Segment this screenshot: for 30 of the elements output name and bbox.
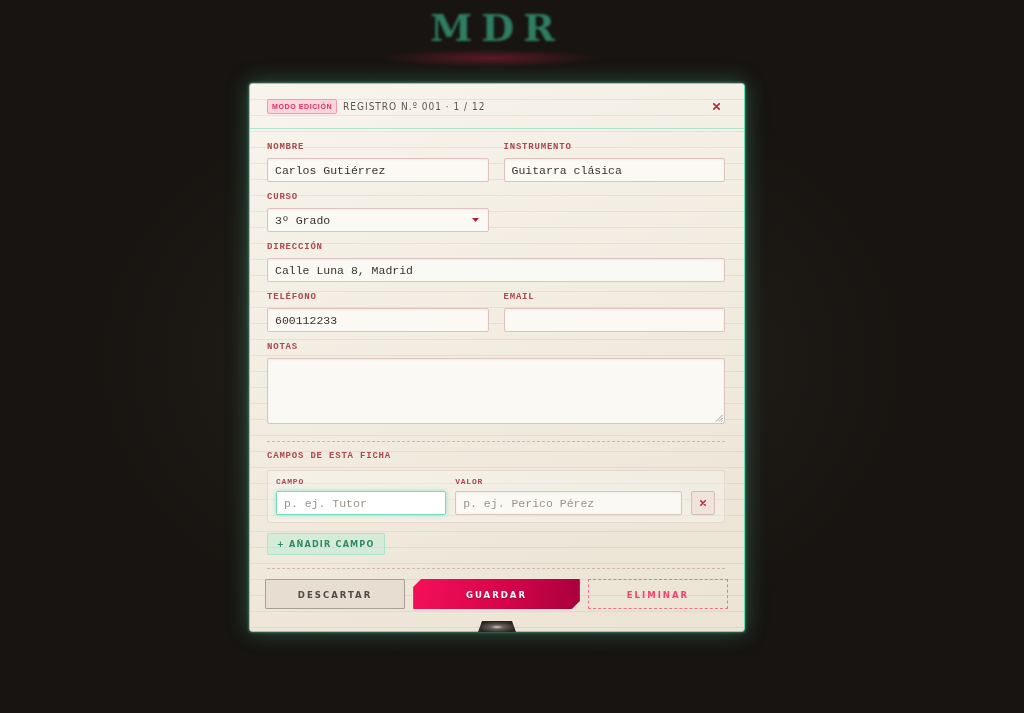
field-label: NOTAS bbox=[267, 342, 299, 353]
text-input[interactable]: Guitarra clásica bbox=[503, 158, 725, 182]
field-label: CAMPO bbox=[276, 477, 304, 487]
field-label: CURSO bbox=[267, 192, 299, 203]
field-label: VALOR bbox=[455, 477, 484, 487]
resize-grip-icon bbox=[715, 414, 723, 422]
field-value-input[interactable]: p. ej. Perico Pérez bbox=[455, 491, 682, 515]
close-button[interactable] bbox=[711, 100, 722, 112]
field-label: EMAIL bbox=[503, 292, 536, 303]
text-input[interactable] bbox=[503, 308, 725, 332]
caret-icon bbox=[471, 218, 479, 222]
text-input[interactable]: Carlos Gutiérrez bbox=[267, 158, 489, 182]
remove-icon bbox=[700, 500, 706, 506]
field-name-input[interactable]: p. ej. Tutor bbox=[276, 491, 447, 515]
secondary-action-button[interactable]: DESCARTAR bbox=[265, 579, 406, 609]
field-label: TELÉFONO bbox=[267, 292, 318, 303]
app-title: MDR bbox=[430, 8, 564, 48]
remove-field-button[interactable] bbox=[691, 491, 715, 515]
text-input[interactable]: Calle Luna 8, Madrid bbox=[267, 258, 725, 282]
notes-textarea[interactable] bbox=[267, 358, 725, 424]
close-icon bbox=[713, 102, 720, 110]
primary-action-button[interactable]: GUARDAR bbox=[413, 579, 580, 609]
field-label: INSTRUMENTO bbox=[503, 142, 573, 153]
text-input[interactable]: 600112233 bbox=[267, 308, 489, 332]
field-label: DIRECCIÓN bbox=[267, 242, 324, 253]
record-number: REGISTRO N.º 001 · 1 / 12 bbox=[343, 100, 486, 112]
course-select[interactable]: 3º Grado bbox=[267, 208, 489, 232]
pull-tab-icon bbox=[478, 621, 516, 632]
field-label: NOMBRE bbox=[267, 142, 306, 153]
section-title: CAMPOS DE ESTA FICHA bbox=[267, 451, 393, 462]
